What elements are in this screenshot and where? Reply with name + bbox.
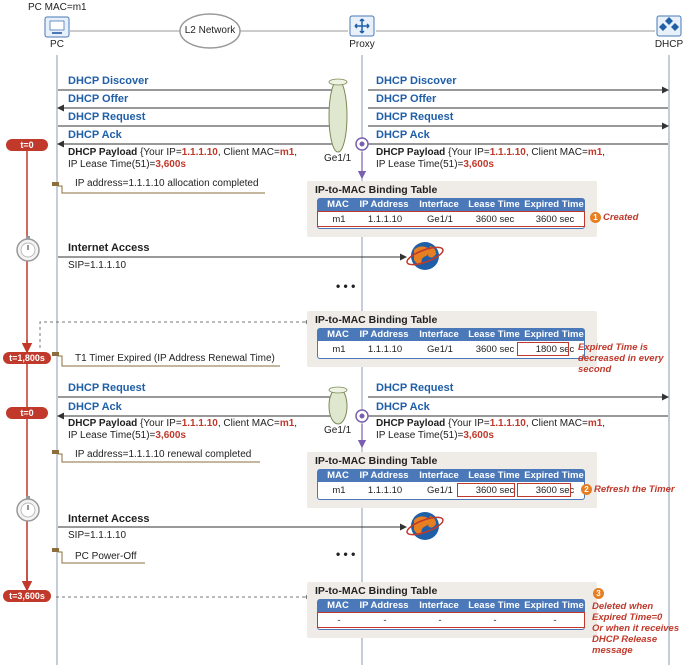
payload-left: DHCP Payload {Your IP=1.1.1.10, Client M… (68, 147, 298, 170)
col-lease: Lease Time (468, 199, 520, 210)
payload-right: DHCP Payload {Your IP=1.1.1.10, Client M… (376, 147, 606, 170)
stopwatch-icon (16, 236, 40, 262)
msg-ack-right: DHCP Ack (376, 401, 430, 413)
time-badge: t=0 (6, 407, 48, 419)
annotation-created: Created (603, 212, 639, 223)
msg-ack-left: DHCP Ack (68, 129, 122, 141)
note-renew: IP address=1.1.1.10 renewal completed (75, 449, 252, 460)
msg-discover-left: DHCP Discover (68, 75, 149, 87)
binding-table-title: IP-to-MAC Binding Table (315, 455, 438, 467)
time-badge: t=0 (6, 139, 48, 151)
annotation-refresh: Refresh the Timer (594, 484, 675, 495)
msg-request-right: DHCP Request (376, 111, 454, 123)
col-mac: MAC (327, 199, 349, 210)
msg-discover-right: DHCP Discover (376, 75, 457, 87)
dhcp-snooping-sequence-diagram: PC MAC=m1 PC L2 Network Proxy DHCP DHCP … (0, 0, 696, 665)
binding-table-title: IP-to-MAC Binding Table (315, 585, 438, 597)
binding-table: IP-to-MAC Binding Table MAC IP Address I… (307, 181, 597, 237)
msg-offer-right: DHCP Offer (376, 93, 437, 105)
col-interface: Interface (419, 199, 459, 210)
note-t1: T1 Timer Expired (IP Address Renewal Tim… (75, 353, 275, 364)
internet-globe-icon (406, 242, 444, 270)
payload-left: DHCP Payload {Your IP=1.1.1.10, Client M… (68, 418, 298, 441)
pc-mac-label: PC MAC=m1 (28, 2, 87, 13)
binding-table: IP-to-MAC Binding Table MAC IP Address I… (307, 311, 597, 367)
port-label: Ge1/1 (324, 425, 352, 436)
internet-sip: SIP=1.1.1.10 (68, 530, 127, 541)
internet-access-title: Internet Access (68, 242, 150, 254)
msg-request-left: DHCP Request (68, 382, 146, 394)
payload-right: DHCP Payload {Your IP=1.1.1.10, Client M… (376, 418, 606, 441)
binding-table-title: IP-to-MAC Binding Table (315, 314, 438, 326)
dhcp-label: DHCP (654, 39, 684, 50)
binding-table: IP-to-MAC Binding Table MAC IP Address I… (307, 582, 597, 638)
ellipsis: • • • (336, 279, 356, 293)
annotation-deleted: Deleted when Expired Time=0 Or when it r… (592, 601, 680, 656)
msg-ack-right: DHCP Ack (376, 129, 430, 141)
step-badge: 3 (593, 588, 604, 599)
port-label: Ge1/1 (324, 153, 352, 164)
msg-ack-left: DHCP Ack (68, 401, 122, 413)
msg-request-right: DHCP Request (376, 382, 454, 394)
proxy-label: Proxy (349, 39, 375, 50)
annotation-expired-decreased: Expired Time is decreased in every secon… (578, 342, 664, 375)
stopwatch-icon (16, 496, 40, 522)
internet-globe-icon (406, 512, 444, 540)
col-ip: IP Address (359, 199, 409, 210)
pc-label: PC (50, 39, 64, 50)
binding-table: IP-to-MAC Binding Table MAC IP Address I… (307, 452, 597, 508)
col-expired: Expired Time (524, 199, 584, 210)
l2-network-label: L2 Network (184, 25, 236, 36)
row-highlight (317, 211, 585, 227)
internet-sip: SIP=1.1.1.10 (68, 260, 127, 271)
step-badge: 2 (581, 484, 592, 495)
step-badge: 1 (590, 212, 601, 223)
time-badge: t=3,600s (3, 590, 51, 602)
time-badge: t=1,800s (3, 352, 51, 364)
ellipsis: • • • (336, 547, 356, 561)
row-highlight (317, 612, 585, 628)
cell-highlight (517, 342, 569, 356)
binding-table-title: IP-to-MAC Binding Table (315, 184, 438, 196)
msg-offer-left: DHCP Offer (68, 93, 129, 105)
internet-access-title: Internet Access (68, 513, 150, 525)
cell-highlight (457, 483, 515, 497)
cell-highlight (517, 483, 571, 497)
msg-request-left: DHCP Request (68, 111, 146, 123)
note-poweroff: PC Power-Off (75, 551, 137, 562)
note-alloc: IP address=1.1.1.10 allocation completed (75, 178, 259, 189)
